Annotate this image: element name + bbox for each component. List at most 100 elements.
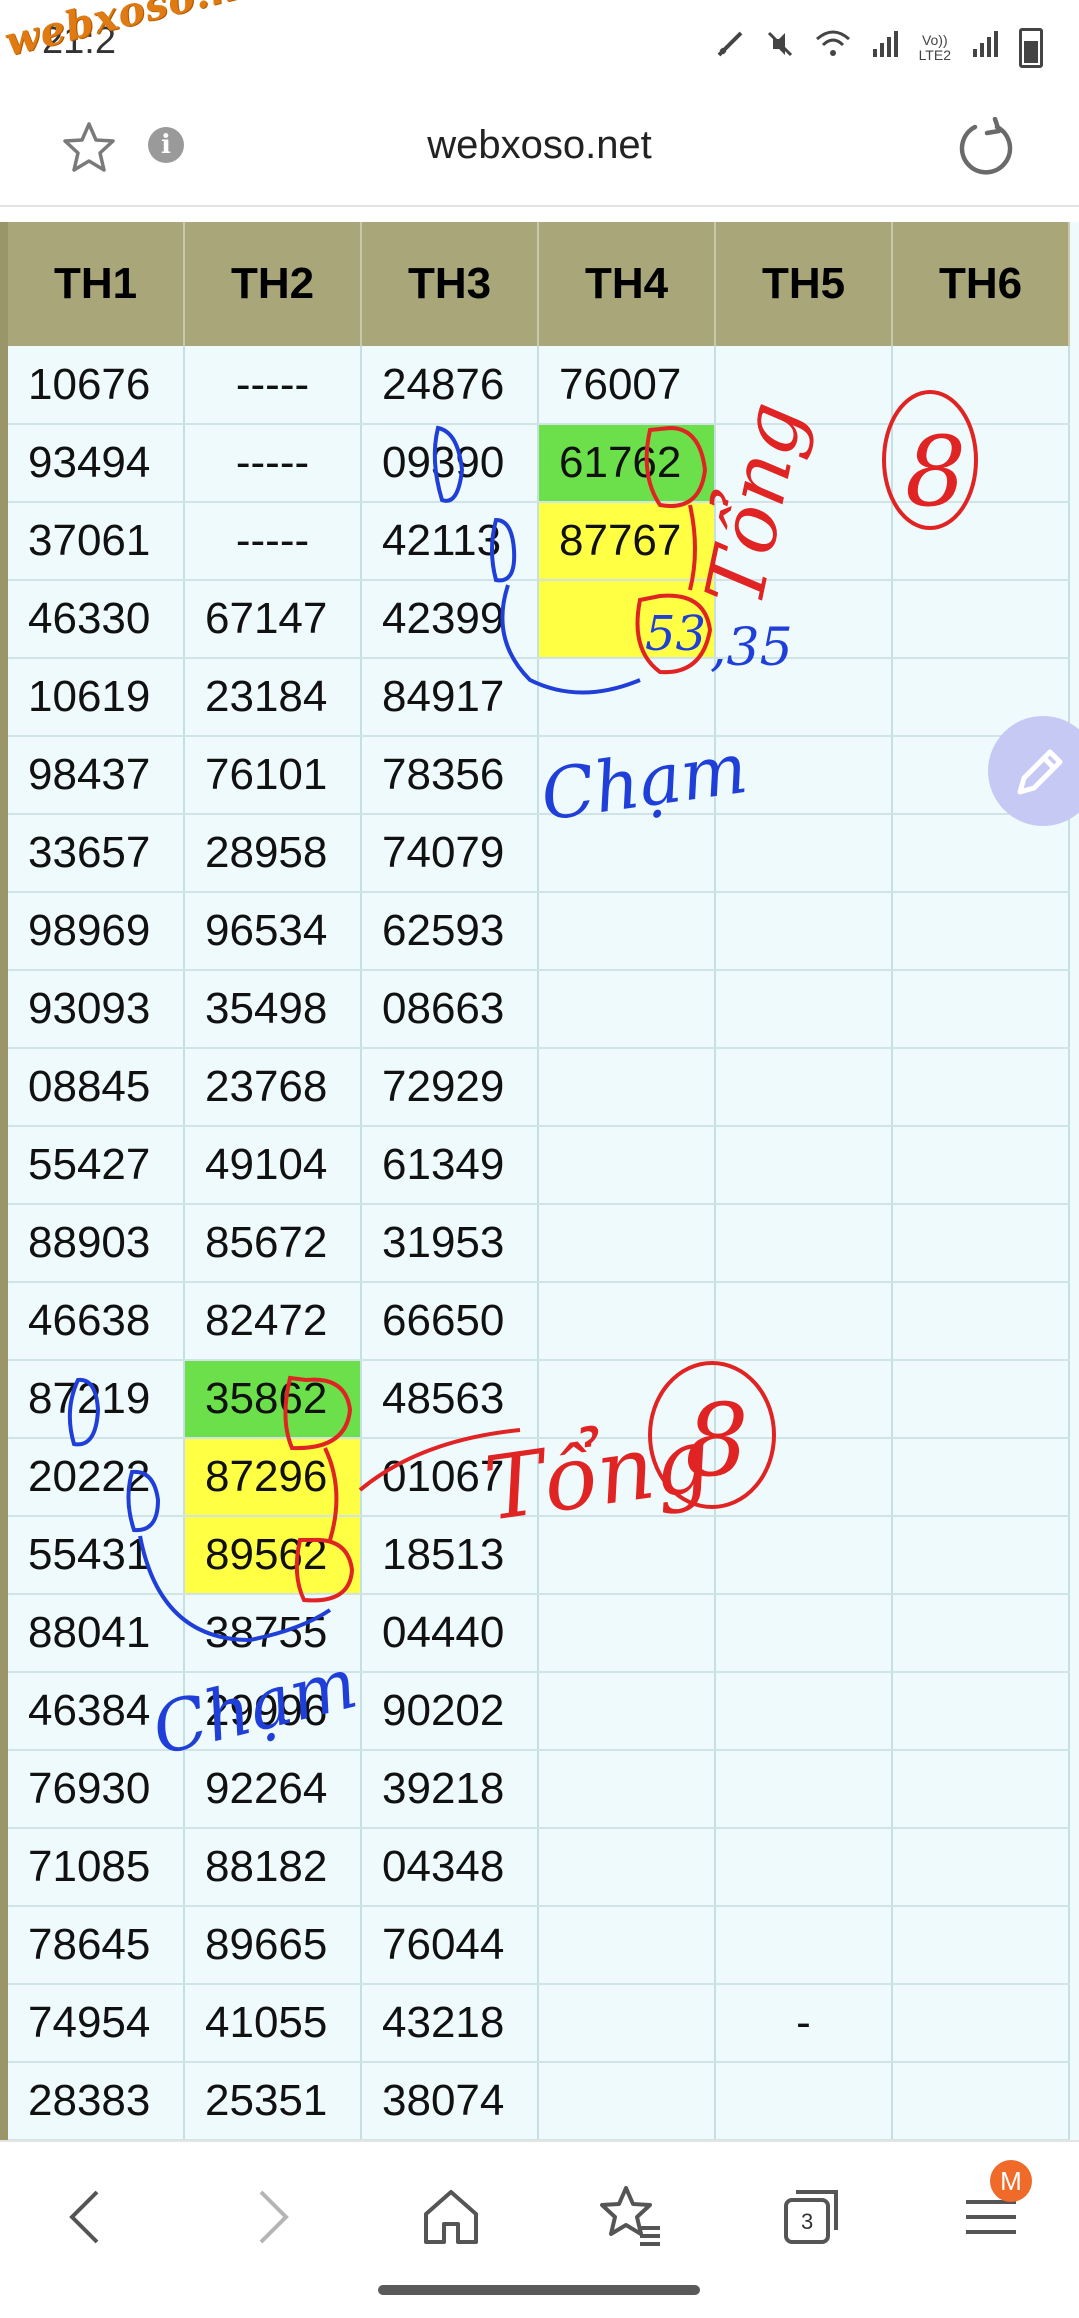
table-cell: 10619 bbox=[8, 658, 185, 737]
table-cell: 08663 bbox=[361, 970, 539, 1049]
bookmarks-icon[interactable] bbox=[596, 2182, 666, 2252]
table-cell bbox=[538, 892, 716, 971]
table-row: 46384 29996 90202 bbox=[8, 1672, 1070, 1751]
table-cell bbox=[892, 1672, 1070, 1751]
table-cell: 87767 bbox=[538, 502, 716, 581]
status-bar: 21:2 webxoso.net Vo)) LTE2 bbox=[0, 0, 1079, 95]
table-cell: 66650 bbox=[361, 1282, 539, 1361]
table-cell bbox=[892, 2062, 1070, 2140]
pencil-icon bbox=[1017, 749, 1063, 795]
table-cell bbox=[892, 1126, 1070, 1205]
table-cell: 23184 bbox=[184, 658, 362, 737]
table-cell: 46330 bbox=[8, 580, 185, 659]
table-cell: 78645 bbox=[8, 1906, 185, 1985]
back-icon[interactable] bbox=[52, 2182, 122, 2252]
table-cell bbox=[715, 1048, 893, 1127]
table-cell: 33657 bbox=[8, 814, 185, 893]
table-cell bbox=[715, 1906, 893, 1985]
table-cell: 93093 bbox=[8, 970, 185, 1049]
table-cell bbox=[892, 1750, 1070, 1829]
table-cell: 28958 bbox=[184, 814, 362, 893]
table-cell bbox=[892, 1438, 1070, 1517]
table-cell: 42399 bbox=[361, 580, 539, 659]
table-cell bbox=[538, 814, 716, 893]
home-icon[interactable] bbox=[416, 2182, 486, 2252]
status-icons: Vo)) LTE2 bbox=[715, 28, 1043, 68]
profile-badge[interactable]: M bbox=[990, 2160, 1032, 2202]
table-row: 71085 88182 04348 bbox=[8, 1828, 1070, 1907]
table-cell bbox=[715, 970, 893, 1049]
table-cell bbox=[715, 1516, 893, 1595]
table-cell bbox=[892, 424, 1070, 503]
table-cell: 37061 bbox=[8, 502, 185, 581]
table-cell bbox=[892, 970, 1070, 1049]
table-cell bbox=[715, 2062, 893, 2140]
table-cell: 08845 bbox=[8, 1048, 185, 1127]
table-cell bbox=[892, 1516, 1070, 1595]
table-cell: 89562 bbox=[184, 1516, 362, 1595]
table-row: 28383 25351 38074 bbox=[8, 2062, 1070, 2140]
column-header-th1: TH1 bbox=[8, 222, 185, 346]
tabs-icon[interactable]: 3 bbox=[776, 2182, 846, 2252]
table-cell: 67147 bbox=[184, 580, 362, 659]
table-cell: 76101 bbox=[184, 736, 362, 815]
table-cell bbox=[715, 1672, 893, 1751]
network-type-label: Vo)) LTE2 bbox=[918, 32, 951, 63]
url-field[interactable]: webxoso.net bbox=[0, 123, 1079, 168]
table-cell bbox=[538, 1906, 716, 1985]
mute-icon bbox=[765, 29, 795, 67]
table-body: 10676 ----- 24876 76007 93494 ----- 09390 61762… bbox=[8, 346, 1070, 2140]
column-header-th2: TH2 bbox=[184, 222, 362, 346]
table-cell: 41055 bbox=[184, 1984, 362, 2063]
reload-icon[interactable] bbox=[955, 116, 1017, 179]
table-cell bbox=[538, 1204, 716, 1283]
column-header-th3: TH3 bbox=[361, 222, 539, 346]
table-cell: 35498 bbox=[184, 970, 362, 1049]
table-row: 55431 89562 18513 bbox=[8, 1516, 1070, 1595]
table-cell: 38074 bbox=[361, 2062, 539, 2140]
table-cell: 10676 bbox=[8, 346, 185, 425]
table-row: 10619 23184 84917 bbox=[8, 658, 1070, 737]
table-cell bbox=[892, 1360, 1070, 1439]
table-cell: 09390 bbox=[361, 424, 539, 503]
table-cell: 31953 bbox=[361, 1204, 539, 1283]
table-cell: 38755 bbox=[184, 1594, 362, 1673]
table-row: 46330 67147 42399 bbox=[8, 580, 1070, 659]
table-row: 98437 76101 78356 bbox=[8, 736, 1070, 815]
table-cell: 84917 bbox=[361, 658, 539, 737]
table-row: 37061 ----- 42113 87767 bbox=[8, 502, 1070, 581]
table-row: 55427 49104 61349 bbox=[8, 1126, 1070, 1205]
table-left-edge bbox=[0, 222, 8, 2140]
column-header-th6: TH6 bbox=[892, 222, 1070, 346]
table-row: 46638 82472 66650 bbox=[8, 1282, 1070, 1361]
table-cell: 76044 bbox=[361, 1906, 539, 1985]
address-bar: i webxoso.net bbox=[0, 95, 1079, 207]
table-cell bbox=[715, 1750, 893, 1829]
table-cell: 87219 bbox=[8, 1360, 185, 1439]
table-cell: ----- bbox=[184, 502, 362, 581]
results-table: TH1 TH2 TH3 TH4 TH5 TH6 10676 ----- 24876 76007 9… bbox=[8, 222, 1070, 2140]
table-row: 20222 87296 01067 bbox=[8, 1438, 1070, 1517]
table-cell bbox=[715, 346, 893, 425]
table-cell bbox=[892, 502, 1070, 581]
table-row: 93494 ----- 09390 61762 bbox=[8, 424, 1070, 503]
table-cell bbox=[715, 1828, 893, 1907]
table-cell: 76007 bbox=[538, 346, 716, 425]
table-cell bbox=[715, 580, 893, 659]
table-cell: 85672 bbox=[184, 1204, 362, 1283]
table-cell bbox=[538, 1516, 716, 1595]
table-cell bbox=[538, 580, 716, 659]
table-cell bbox=[538, 1360, 716, 1439]
table-row: 76930 92264 39218 bbox=[8, 1750, 1070, 1829]
table-cell bbox=[715, 1204, 893, 1283]
table-row: 74954 41055 43218 - bbox=[8, 1984, 1070, 2063]
table-cell: 49104 bbox=[184, 1126, 362, 1205]
table-cell bbox=[715, 1126, 893, 1205]
table-cell bbox=[538, 1672, 716, 1751]
table-row: 93093 35498 08663 bbox=[8, 970, 1070, 1049]
results-table-container[interactable]: TH1 TH2 TH3 TH4 TH5 TH6 10676 ----- 24876 76007 9… bbox=[0, 222, 1079, 2140]
table-cell bbox=[892, 892, 1070, 971]
forward-icon[interactable] bbox=[236, 2182, 306, 2252]
table-cell: 92264 bbox=[184, 1750, 362, 1829]
table-cell: 23768 bbox=[184, 1048, 362, 1127]
